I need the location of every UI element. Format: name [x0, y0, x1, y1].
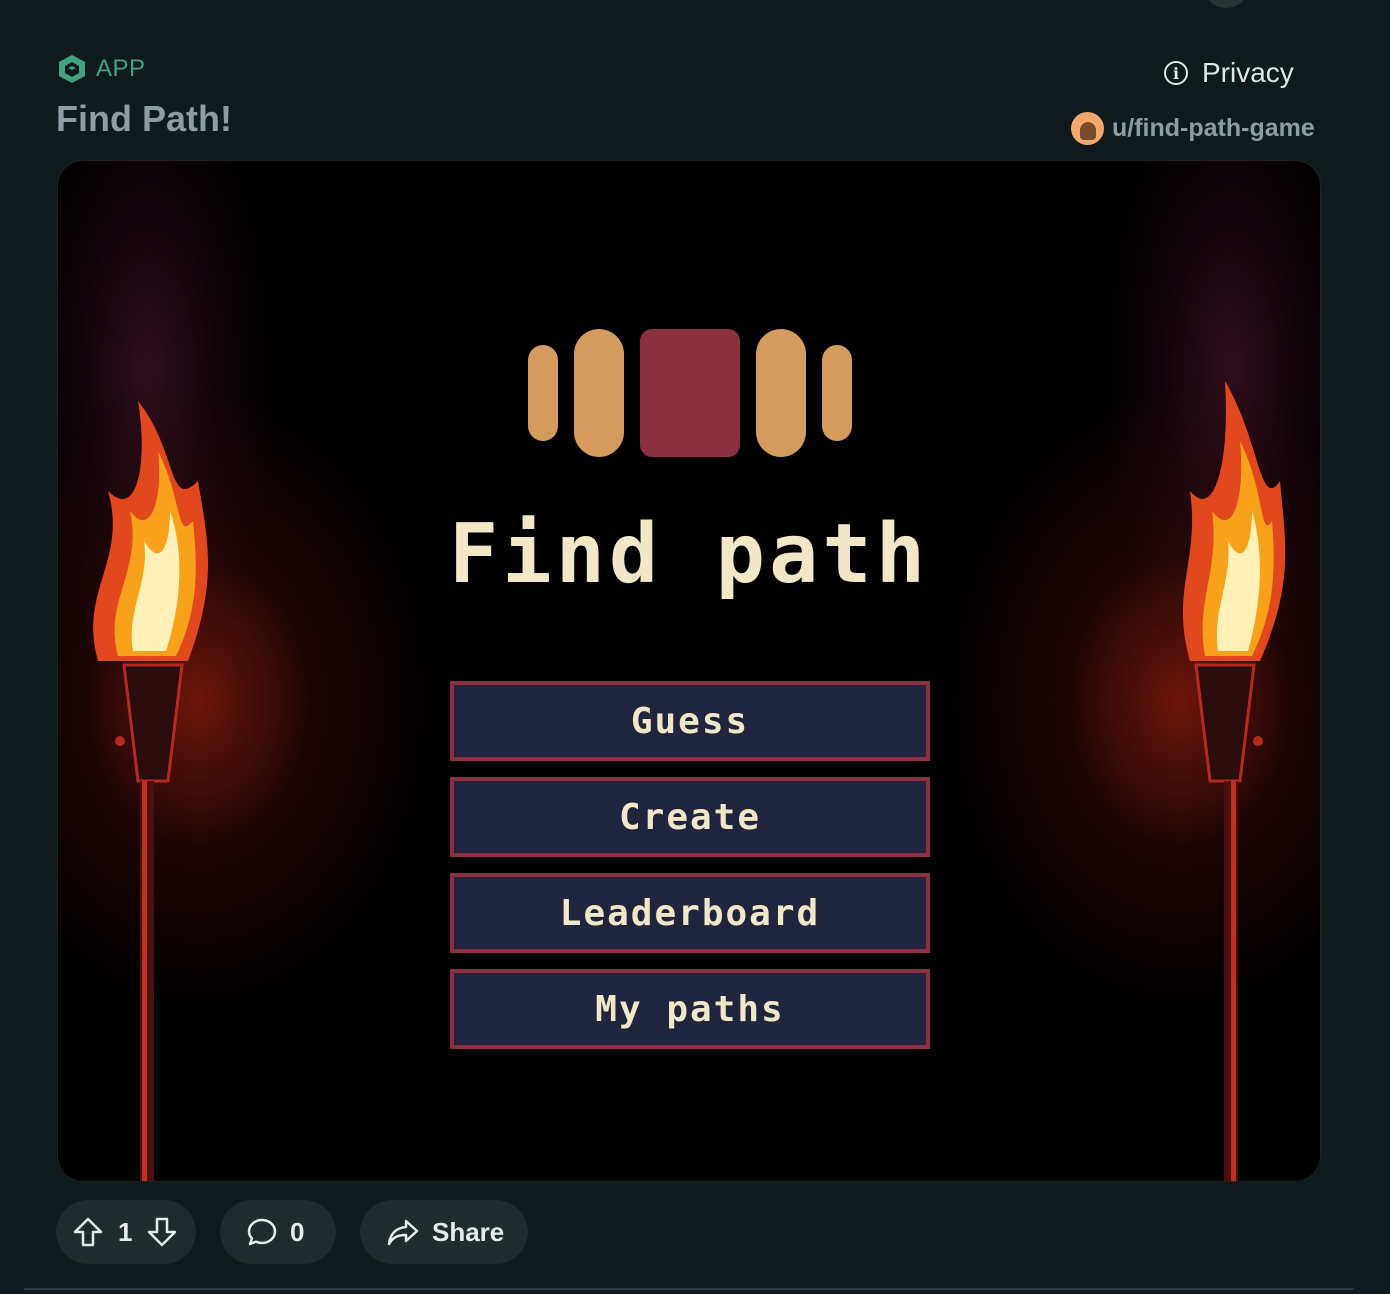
vote-control: 1: [56, 1200, 196, 1264]
upvote-button[interactable]: [72, 1216, 104, 1248]
torch-right-image: [1182, 381, 1286, 1181]
game-title: Find path: [448, 507, 930, 602]
downvote-button[interactable]: [146, 1216, 178, 1248]
comment-count: 0: [290, 1216, 305, 1247]
torch-left-image: [93, 401, 208, 1181]
comments-button[interactable]: 0: [220, 1200, 336, 1264]
guess-button[interactable]: Guess: [450, 681, 930, 761]
author-avatar: [1071, 111, 1104, 145]
logo-pill-large-left: [574, 329, 624, 457]
share-label: Share: [432, 1216, 505, 1247]
logo-pill-large-right: [756, 329, 806, 457]
leaderboard-button[interactable]: Leaderboard: [450, 873, 930, 953]
header-avatar-partial[interactable]: [1205, 0, 1247, 8]
share-arrow-icon: [387, 1219, 419, 1246]
app-hexagon-icon: [59, 55, 85, 83]
downvote-arrow-icon: [148, 1217, 177, 1247]
author-name: u/find-path-game: [1112, 113, 1315, 142]
privacy-link[interactable]: i Privacy: [1164, 54, 1294, 92]
comment-bubble-icon: [247, 1218, 277, 1246]
logo-pill-small-left: [528, 345, 558, 441]
game-webview[interactable]: Find path Guess Create Leaderboard My pa…: [57, 160, 1321, 1182]
my-paths-button[interactable]: My paths: [450, 969, 930, 1049]
game-logo: [528, 329, 852, 457]
game-menu: Guess Create Leaderboard My paths: [450, 681, 930, 1065]
info-circle-icon: i: [1164, 61, 1188, 85]
privacy-label: Privacy: [1202, 57, 1294, 88]
create-button[interactable]: Create: [450, 777, 930, 857]
logo-center-block: [640, 329, 740, 457]
upvote-arrow-icon: [73, 1217, 103, 1247]
app-label: APP: [96, 55, 146, 82]
post-title[interactable]: Find Path!: [56, 98, 232, 140]
logo-pill-small-right: [822, 345, 852, 441]
share-button[interactable]: Share: [360, 1200, 528, 1264]
divider: [24, 1288, 1354, 1290]
author-link[interactable]: u/find-path-game: [1071, 110, 1315, 146]
app-badge: APP: [56, 52, 146, 86]
vote-count: 1: [118, 1216, 133, 1247]
post-page: APP Find Path! i Privacy u/find-path-gam…: [0, 0, 1390, 1294]
